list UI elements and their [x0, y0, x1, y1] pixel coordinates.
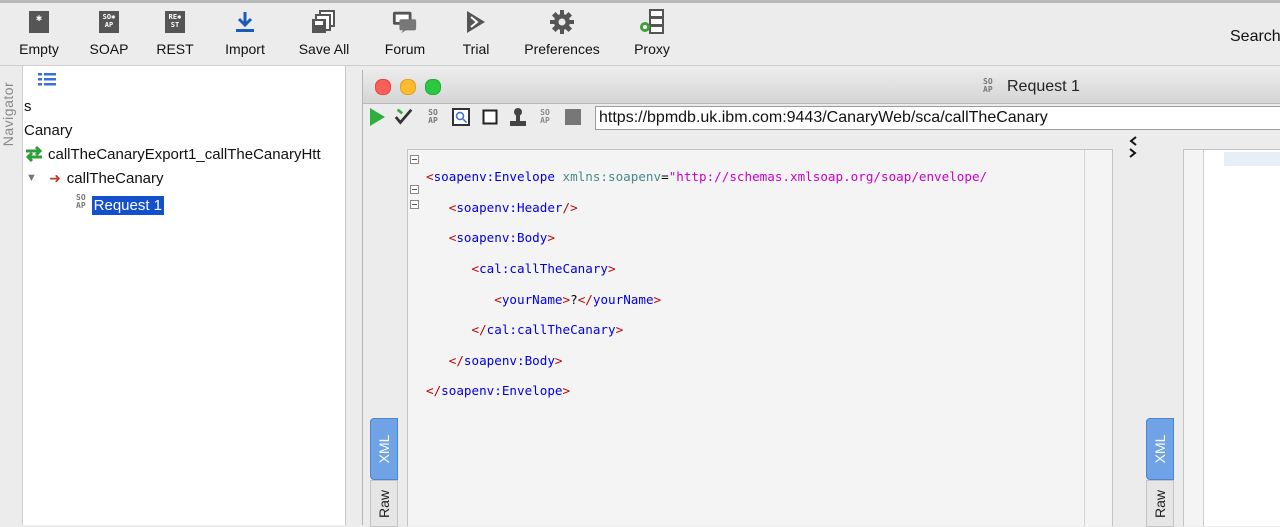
code-line: </soapenv:Body>	[448, 352, 563, 368]
proxy-icon	[639, 9, 665, 35]
navigator-panel: Navigator s Canary callTheCanaryExport1_…	[0, 66, 346, 525]
tab-xml-response[interactable]: XML	[1146, 418, 1174, 480]
response-xml-editor[interactable]	[1183, 149, 1280, 526]
collapse-triangle-icon[interactable]: ▼	[26, 172, 37, 184]
response-content[interactable]	[1203, 150, 1280, 526]
interface-binding-icon	[24, 145, 44, 166]
split-toggle-icon[interactable]	[1127, 136, 1139, 158]
tree-item-label: s	[24, 98, 32, 115]
code-line: <cal:callTheCanary>	[471, 261, 616, 277]
search-label[interactable]: Search	[1230, 28, 1280, 46]
import-icon	[232, 9, 258, 35]
code-line: <soapenv:Header/>	[448, 199, 578, 215]
empty-button[interactable]: ✱ Empty	[16, 9, 62, 65]
forum-button[interactable]: Forum	[380, 9, 430, 65]
main-toolbar: ✱ Empty SO✱ AP SOAP RE✱ ST REST Import Sav…	[0, 0, 1280, 66]
rest-icon: RE✱ ST	[162, 9, 188, 35]
fold-body-icon[interactable]	[410, 185, 419, 194]
response-current-line	[1224, 152, 1280, 166]
preferences-button[interactable]: Preferences	[519, 9, 605, 65]
tab-xml-request[interactable]: XML	[370, 418, 398, 480]
code-line: </soapenv:Envelope>	[426, 383, 571, 399]
xml-code[interactable]: <soapenv:Envelope xmlns:soapenv="http://…	[426, 154, 987, 429]
fold-envelope-icon[interactable]	[410, 155, 419, 164]
tab-raw-request[interactable]: Raw	[370, 480, 398, 527]
window-titlebar[interactable]: SO AP Request 1	[363, 70, 1280, 104]
code-line: <soapenv:Envelope xmlns:soapenv="http://…	[426, 169, 988, 185]
submit-check-icon[interactable]	[394, 107, 414, 127]
tab-label: XML	[376, 434, 392, 464]
tree-item-project[interactable]: Canary	[24, 122, 72, 139]
request-window: SO AP Request 1 SO AP SO AP https://bpmdb.u…	[362, 70, 1280, 527]
proxy-button[interactable]: Proxy	[630, 9, 674, 65]
navigator-title: Navigator	[0, 81, 17, 147]
request-toolbar: SO AP SO AP https://bpmdb.uk.ibm.com:9443/…	[363, 104, 1280, 134]
preferences-label: Preferences	[524, 41, 600, 57]
tree-item-label: Canary	[24, 122, 73, 139]
operation-arrow-icon: ➜	[49, 170, 61, 186]
save-all-icon	[311, 9, 337, 35]
window-title: Request 1	[1007, 78, 1080, 95]
tree-item-request[interactable]: SO AP Request 1	[76, 193, 165, 215]
tree-item-label: callTheCanary	[66, 170, 164, 187]
tree-item-operation[interactable]: ▼ ➜ callTheCanary	[26, 170, 164, 187]
endpoint-url-field[interactable]: https://bpmdb.uk.ibm.com:9443/CanaryWeb/…	[595, 106, 1280, 130]
code-line: <yourName>?</yourName>	[494, 291, 662, 307]
tree-item-interface[interactable]: callTheCanaryExport1_callTheCanaryHtt	[24, 145, 321, 166]
tree-item-workspace[interactable]: s	[24, 98, 32, 115]
soap-request-icon: SO AP	[76, 193, 86, 210]
stop-icon[interactable]	[563, 107, 583, 127]
soap-button[interactable]: SO✱ AP SOAP	[88, 9, 130, 65]
rest-label: REST	[156, 41, 194, 57]
tab-raw-response[interactable]: Raw	[1146, 480, 1174, 527]
tree-item-label: Request 1	[91, 196, 165, 215]
trial-label: Trial	[462, 41, 490, 57]
soap-label: SOAP	[89, 41, 129, 57]
tab-label: Raw	[376, 489, 392, 518]
tree-item-label: callTheCanaryExport1_callTheCanaryHtt	[48, 146, 321, 163]
gear-icon	[549, 9, 575, 35]
tab-label: Raw	[1152, 489, 1168, 518]
save-all-label: Save All	[298, 41, 350, 57]
soap-action-icon[interactable]: SO AP	[423, 107, 443, 127]
forum-label: Forum	[384, 41, 426, 57]
empty-label: Empty	[19, 41, 59, 57]
editor-vertical-scrollbar[interactable]	[1084, 150, 1112, 526]
empty-project-icon: ✱	[26, 9, 52, 35]
code-line: </cal:callTheCanary>	[471, 322, 624, 338]
cancel-square-icon[interactable]	[480, 107, 500, 127]
soap-title-icon: SO AP	[983, 77, 993, 94]
proxy-label: Proxy	[634, 41, 670, 57]
fold-call-icon[interactable]	[410, 200, 419, 209]
user-auth-icon[interactable]	[508, 107, 528, 127]
tree-view-icon[interactable]	[38, 72, 56, 91]
rest-button[interactable]: RE✱ ST REST	[155, 9, 195, 65]
trial-icon	[463, 9, 489, 35]
save-all-button[interactable]: Save All	[295, 9, 353, 65]
maximize-window-button[interactable]	[425, 79, 441, 95]
close-window-button[interactable]	[375, 79, 391, 95]
import-label: Import	[225, 41, 265, 57]
minimize-window-button[interactable]	[400, 79, 416, 95]
tab-label: XML	[1152, 434, 1168, 464]
soap-icon: SO✱ AP	[96, 9, 122, 35]
request-xml-editor[interactable]: <soapenv:Envelope xmlns:soapenv="http://…	[407, 149, 1113, 526]
play-icon[interactable]	[367, 107, 387, 127]
trial-button[interactable]: Trial	[458, 9, 494, 65]
editor-gutter	[408, 150, 423, 526]
zoom-frame-icon[interactable]	[451, 107, 471, 127]
navigator-strip[interactable]: Navigator	[0, 66, 23, 525]
soap-options-icon[interactable]: SO AP	[535, 107, 555, 127]
import-button[interactable]: Import	[220, 9, 270, 65]
code-line: <soapenv:Body>	[448, 230, 555, 246]
forum-icon	[392, 9, 418, 35]
